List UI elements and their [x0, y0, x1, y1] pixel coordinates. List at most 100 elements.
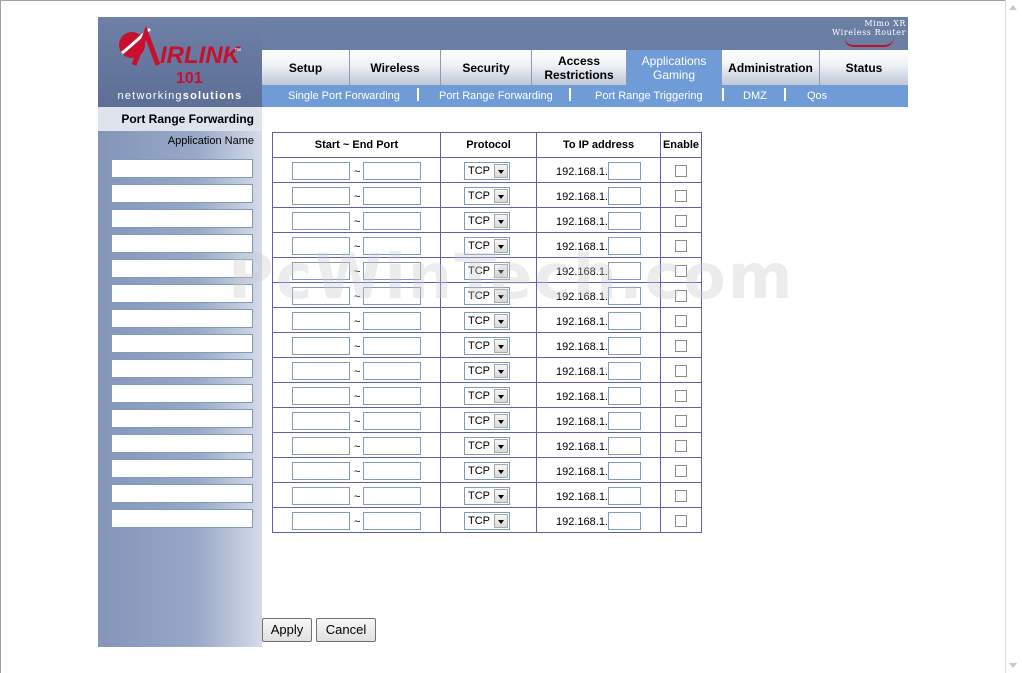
- enable-checkbox[interactable]: [675, 489, 687, 502]
- start-port-input[interactable]: [292, 336, 350, 355]
- protocol-select[interactable]: TCP: [464, 361, 510, 380]
- ip-last-octet-input[interactable]: [608, 161, 641, 180]
- enable-checkbox[interactable]: [675, 239, 687, 252]
- end-port-input[interactable]: [363, 386, 421, 405]
- enable-checkbox[interactable]: [675, 439, 687, 452]
- subnav-port-range-triggering[interactable]: Port Range Triggering: [595, 90, 703, 102]
- application-name-input[interactable]: [111, 159, 253, 178]
- subnav-qos[interactable]: Qos: [807, 90, 827, 102]
- protocol-select[interactable]: TCP: [464, 486, 510, 505]
- end-port-input[interactable]: [363, 236, 421, 255]
- scroll-down-arrow-icon[interactable]: [1009, 663, 1017, 668]
- dropdown-arrow-icon[interactable]: [494, 413, 508, 428]
- subnav-single-port-forwarding[interactable]: Single Port Forwarding: [288, 90, 400, 102]
- application-name-input[interactable]: [111, 309, 253, 328]
- ip-last-octet-input[interactable]: [608, 386, 641, 405]
- dropdown-arrow-icon[interactable]: [494, 213, 508, 228]
- start-port-input[interactable]: [292, 236, 350, 255]
- start-port-input[interactable]: [292, 461, 350, 480]
- ip-last-octet-input[interactable]: [608, 461, 641, 480]
- enable-checkbox[interactable]: [675, 314, 687, 327]
- enable-checkbox[interactable]: [675, 164, 687, 177]
- end-port-input[interactable]: [363, 211, 421, 230]
- start-port-input[interactable]: [292, 361, 350, 380]
- start-port-input[interactable]: [292, 436, 350, 455]
- ip-last-octet-input[interactable]: [608, 511, 641, 530]
- protocol-select[interactable]: TCP: [464, 386, 510, 405]
- dropdown-arrow-icon[interactable]: [494, 388, 508, 403]
- start-port-input[interactable]: [292, 161, 350, 180]
- tab-wireless[interactable]: Wireless: [350, 50, 441, 85]
- application-name-input[interactable]: [111, 484, 253, 503]
- start-port-input[interactable]: [292, 186, 350, 205]
- enable-checkbox[interactable]: [675, 189, 687, 202]
- ip-last-octet-input[interactable]: [608, 236, 641, 255]
- end-port-input[interactable]: [363, 461, 421, 480]
- ip-last-octet-input[interactable]: [608, 286, 641, 305]
- protocol-select[interactable]: TCP: [464, 311, 510, 330]
- tab-security[interactable]: Security: [441, 50, 532, 85]
- dropdown-arrow-icon[interactable]: [494, 313, 508, 328]
- ip-last-octet-input[interactable]: [608, 211, 641, 230]
- apply-button[interactable]: Apply: [262, 618, 312, 642]
- application-name-input[interactable]: [111, 334, 253, 353]
- protocol-select[interactable]: TCP: [464, 336, 510, 355]
- application-name-input[interactable]: [111, 509, 253, 528]
- application-name-input[interactable]: [111, 409, 253, 428]
- cancel-button[interactable]: Cancel: [316, 618, 376, 642]
- ip-last-octet-input[interactable]: [608, 486, 641, 505]
- ip-last-octet-input[interactable]: [608, 186, 641, 205]
- dropdown-arrow-icon[interactable]: [494, 288, 508, 303]
- application-name-input[interactable]: [111, 209, 253, 228]
- dropdown-arrow-icon[interactable]: [494, 438, 508, 453]
- enable-checkbox[interactable]: [675, 414, 687, 427]
- ip-last-octet-input[interactable]: [608, 436, 641, 455]
- application-name-input[interactable]: [111, 384, 253, 403]
- ip-last-octet-input[interactable]: [608, 261, 641, 280]
- dropdown-arrow-icon[interactable]: [494, 263, 508, 278]
- dropdown-arrow-icon[interactable]: [494, 463, 508, 478]
- end-port-input[interactable]: [363, 411, 421, 430]
- protocol-select[interactable]: TCP: [464, 211, 510, 230]
- start-port-input[interactable]: [292, 211, 350, 230]
- dropdown-arrow-icon[interactable]: [494, 513, 508, 528]
- start-port-input[interactable]: [292, 261, 350, 280]
- protocol-select[interactable]: TCP: [464, 261, 510, 280]
- protocol-select[interactable]: TCP: [464, 411, 510, 430]
- protocol-select[interactable]: TCP: [464, 511, 510, 530]
- enable-checkbox[interactable]: [675, 364, 687, 377]
- application-name-input[interactable]: [111, 459, 253, 478]
- start-port-input[interactable]: [292, 311, 350, 330]
- end-port-input[interactable]: [363, 261, 421, 280]
- dropdown-arrow-icon[interactable]: [494, 363, 508, 378]
- enable-checkbox[interactable]: [675, 214, 687, 227]
- start-port-input[interactable]: [292, 411, 350, 430]
- protocol-select[interactable]: TCP: [464, 461, 510, 480]
- start-port-input[interactable]: [292, 486, 350, 505]
- tab-administration[interactable]: Administration: [722, 50, 820, 85]
- dropdown-arrow-icon[interactable]: [494, 188, 508, 203]
- application-name-input[interactable]: [111, 284, 253, 303]
- vertical-scrollbar[interactable]: [1005, 0, 1022, 673]
- end-port-input[interactable]: [363, 486, 421, 505]
- dropdown-arrow-icon[interactable]: [494, 163, 508, 178]
- ip-last-octet-input[interactable]: [608, 361, 641, 380]
- ip-last-octet-input[interactable]: [608, 336, 641, 355]
- end-port-input[interactable]: [363, 311, 421, 330]
- ip-last-octet-input[interactable]: [608, 311, 641, 330]
- ip-last-octet-input[interactable]: [608, 411, 641, 430]
- scroll-up-arrow-icon[interactable]: [1009, 5, 1017, 10]
- application-name-input[interactable]: [111, 259, 253, 278]
- enable-checkbox[interactable]: [675, 464, 687, 477]
- start-port-input[interactable]: [292, 386, 350, 405]
- application-name-input[interactable]: [111, 434, 253, 453]
- start-port-input[interactable]: [292, 286, 350, 305]
- tab-status[interactable]: Status: [820, 50, 908, 85]
- tab-access-restrictions[interactable]: Access Restrictions: [532, 50, 627, 85]
- application-name-input[interactable]: [111, 359, 253, 378]
- application-name-input[interactable]: [111, 184, 253, 203]
- end-port-input[interactable]: [363, 186, 421, 205]
- enable-checkbox[interactable]: [675, 389, 687, 402]
- end-port-input[interactable]: [363, 336, 421, 355]
- end-port-input[interactable]: [363, 436, 421, 455]
